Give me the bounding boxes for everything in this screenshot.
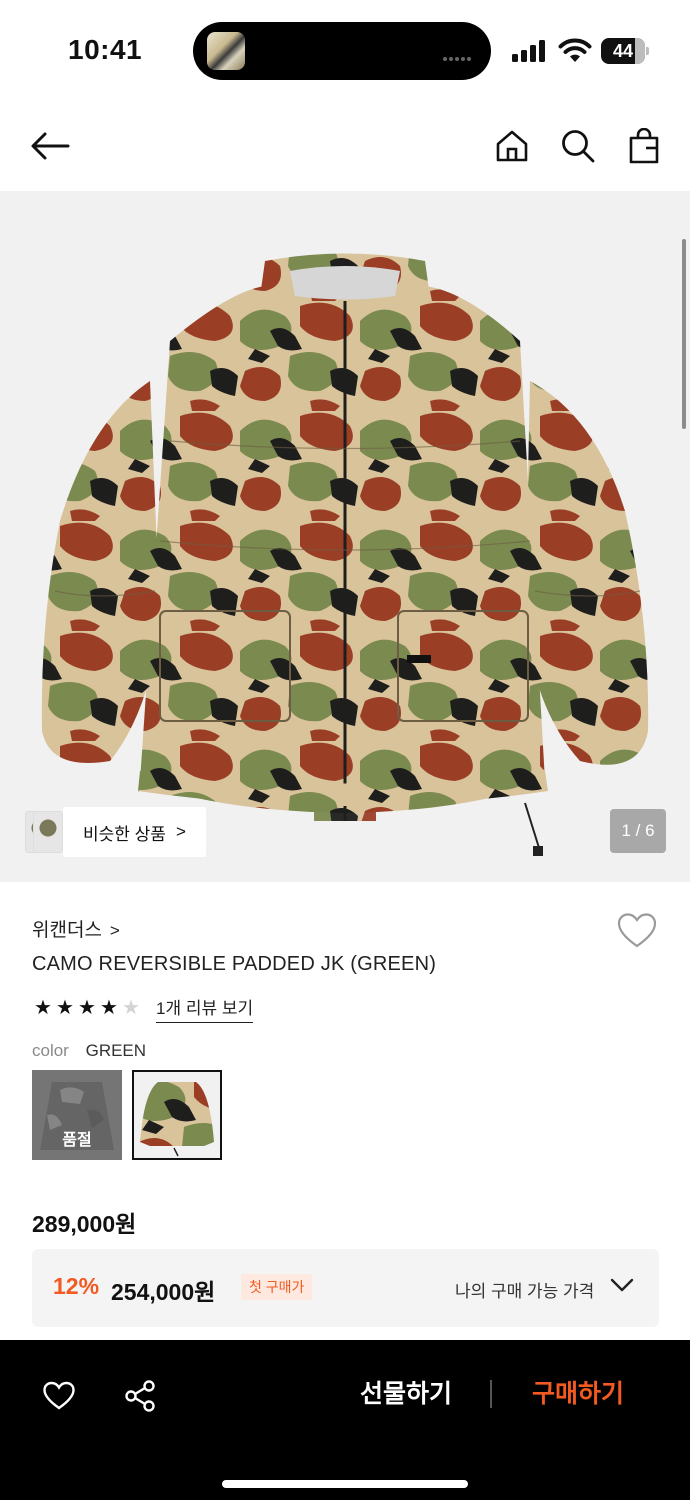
share-button[interactable] [120,1376,160,1416]
home-indicator[interactable] [222,1480,468,1488]
top-navigation [0,110,690,180]
discount-price: 254,000원 [111,1279,216,1305]
cellular-signal-icon [512,40,548,62]
wishlist-button-bottom[interactable] [39,1376,79,1416]
star-filled-icon: ★ [100,997,118,1019]
product-photo [41,253,649,856]
back-button[interactable] [28,124,72,168]
back-arrow-icon [31,132,70,160]
my-price-label: 나의 구매 가능 가격 [455,1282,595,1301]
similar-products-label-box: 비슷한 상품 > [63,807,206,857]
product-title: CAMO REVERSIBLE PADDED JK (GREEN) [32,953,437,975]
search-button[interactable] [556,124,600,168]
swatch-black-camo[interactable]: 품절 [32,1070,122,1160]
buy-button[interactable]: 구매하기 [508,1372,648,1416]
similar-products-button[interactable]: 비슷한 상품 > [25,807,206,857]
star-empty-icon: ★ [122,997,140,1019]
button-divider [490,1380,492,1408]
chevron-right-icon: > [109,921,120,940]
similar-products-thumbnails [25,807,63,857]
color-label: color [32,1041,69,1060]
wishlist-button[interactable] [616,912,658,952]
chevron-down-icon [610,1278,634,1292]
gallery-scroll-indicator [682,239,686,429]
brand-name: 위캔더스 [32,920,102,941]
product-image-gallery[interactable]: 비슷한 상품 > 1 / 6 [0,191,690,882]
now-playing-thumbnail [207,32,245,70]
original-price: 289,000원 [32,1211,137,1237]
first-purchase-badge: 첫 구매가 [241,1274,313,1300]
swatch-thumbnail [134,1072,220,1158]
gift-button[interactable]: 선물하기 [336,1372,476,1416]
status-time: 10:41 [68,34,143,65]
heart-icon [617,913,657,948]
chevron-right-icon: > [175,822,186,841]
star-rating: ★ ★ ★ ★ ★ [32,998,142,1018]
discount-rate: 12% [53,1273,100,1299]
color-row: color GREEN [32,1041,146,1061]
review-link[interactable]: 1개 리뷰 보기 [156,994,254,1023]
brand-link[interactable]: 위캔더스 > [32,915,120,942]
color-value: GREEN [85,1041,147,1060]
status-bar: 10:41 44 [0,0,690,100]
share-icon [125,1380,155,1412]
heart-icon [43,1381,75,1410]
wifi-icon [558,38,592,62]
star-filled-icon: ★ [34,997,52,1019]
rating-row: ★ ★ ★ ★ ★ 1개 리뷰 보기 [32,994,254,1023]
dynamic-island[interactable] [193,22,491,80]
similar-products-label: 비슷한 상품 [83,824,166,844]
swatch-green-camo[interactable] [132,1070,222,1160]
battery-level: 44 [612,41,634,61]
sold-out-label: 품절 [62,1132,92,1149]
home-icon [496,130,528,162]
audio-waveform-icon [443,48,475,61]
star-filled-icon: ★ [78,997,96,1019]
star-filled-icon: ★ [56,997,74,1019]
search-icon [562,130,595,163]
color-swatches: 품절 [32,1070,222,1160]
battery-icon: 44 [601,38,649,64]
home-button[interactable] [490,124,534,168]
shopping-bag-icon [629,128,659,164]
bottom-action-bar: 선물하기 구매하기 [0,1340,690,1500]
image-counter: 1 / 6 [610,809,666,853]
cart-button[interactable] [622,124,666,168]
discount-price-box[interactable]: 12% 254,000원 첫 구매가 나의 구매 가능 가격 [32,1249,659,1327]
